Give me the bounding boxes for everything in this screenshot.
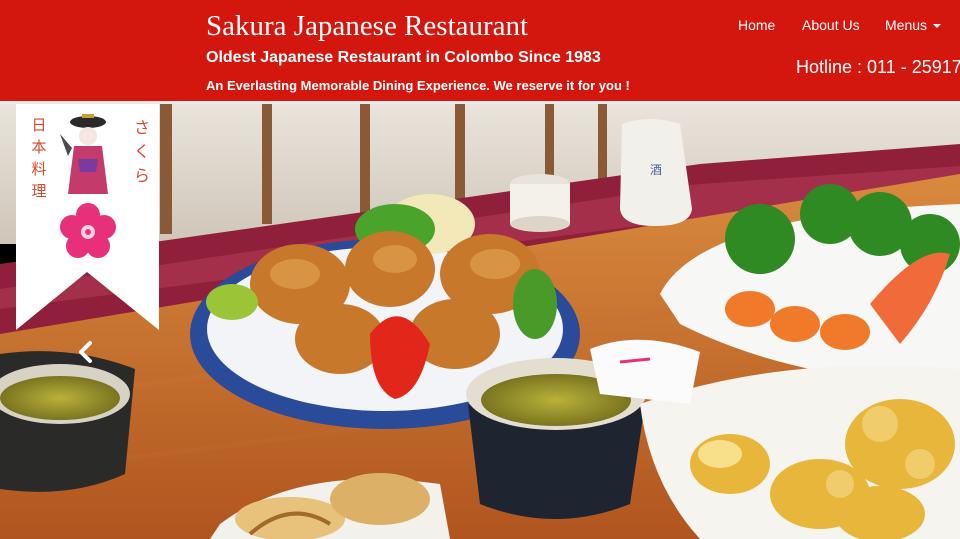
site-header: Sakura Japanese Restaurant Oldest Japane… [0,0,960,104]
site-subtitle: Oldest Japanese Restaurant in Colombo Si… [206,49,601,66]
nav-menus-label: Menus [885,17,928,33]
nav-about-us[interactable]: About Us [802,17,860,33]
logo-japanese-right: さくら [133,118,150,185]
nav-menus-dropdown[interactable]: Menus [885,17,942,33]
hotline-number: Hotline : 011 - 25917 [796,57,960,77]
logo-japanese-left: 日本料理 [31,116,47,200]
nav-home[interactable]: Home [738,17,775,33]
hero-carousel: 酒 日本料理 さくら [0,104,960,539]
chevron-left-icon[interactable] [74,340,98,364]
site-tagline: An Everlasting Memorable Dining Experien… [206,78,630,93]
site-title[interactable]: Sakura Japanese Restaurant [206,10,528,43]
svg-text:酒: 酒 [650,163,662,177]
caret-down-icon [933,24,942,29]
